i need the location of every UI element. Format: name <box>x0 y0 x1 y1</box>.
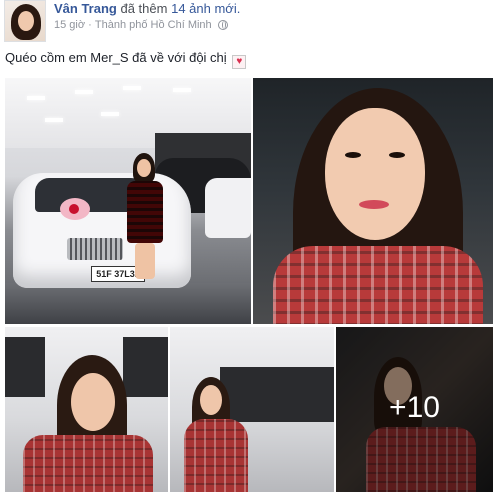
selfie-face <box>325 108 425 240</box>
photo-small-2[interactable] <box>170 327 334 492</box>
selfie-eye <box>345 152 361 158</box>
post-meta: 15 giờ · Thành phố Hồ Chí Minh <box>54 19 228 31</box>
plaid-shirt <box>23 435 153 492</box>
wall-panel <box>123 337 168 397</box>
wall-panel <box>5 337 45 397</box>
more-photos-count[interactable]: +10 <box>336 391 493 425</box>
photo-showroom-car[interactable]: 51F 37L32 <box>5 78 251 324</box>
showroom-floor <box>5 283 251 324</box>
heart-emoji-icon: ♥ <box>232 55 247 69</box>
post-caption: Quéo cồm em Mer_S đã về với đội chị ♥ <box>5 50 247 69</box>
ceiling-light <box>75 90 93 94</box>
plaid-shirt <box>184 419 248 492</box>
caption-text: Quéo cồm em Mer_S đã về với đội chị <box>5 50 227 65</box>
ceiling-light <box>101 112 119 116</box>
woman-face <box>200 385 222 415</box>
ceiling-light <box>27 96 45 100</box>
author-name-link[interactable]: Vân Trang <box>54 1 117 16</box>
ribbon-knot <box>69 204 79 214</box>
post-timestamp[interactable]: 15 giờ <box>54 19 85 31</box>
ceiling-light <box>173 88 191 92</box>
ceiling-light <box>45 118 63 122</box>
wall-panel <box>220 367 334 422</box>
woman-legs <box>135 243 155 279</box>
woman-standing <box>123 153 167 283</box>
meta-separator: · <box>88 19 92 32</box>
selfie-eye <box>389 152 405 158</box>
car-grille <box>67 238 123 260</box>
photo-small-1[interactable] <box>5 327 168 492</box>
woman-face <box>71 373 115 431</box>
selfie-lips <box>359 200 389 209</box>
globe-icon[interactable] <box>217 20 228 31</box>
location-link[interactable]: Thành phố Hồ Chí Minh <box>95 19 212 31</box>
post-header: Vân Trang đã thêm 14 ảnh mới. 15 giờ · T… <box>0 0 500 44</box>
post-action-text: đã thêm <box>120 1 168 16</box>
selfie-plaid-shirt <box>273 246 483 324</box>
author-avatar[interactable] <box>4 0 46 42</box>
woman-face <box>137 159 151 177</box>
photo-selfie[interactable] <box>253 78 493 324</box>
photo-count-link[interactable]: 14 ảnh mới. <box>171 1 240 16</box>
white-car-side <box>205 178 251 238</box>
post-title-line: Vân Trang đã thêm 14 ảnh mới. <box>54 1 240 16</box>
plaid-dress <box>127 181 163 243</box>
photo-small-3-more[interactable]: +10 <box>336 327 493 492</box>
avatar-face <box>18 11 34 31</box>
ceiling-light <box>123 86 141 90</box>
